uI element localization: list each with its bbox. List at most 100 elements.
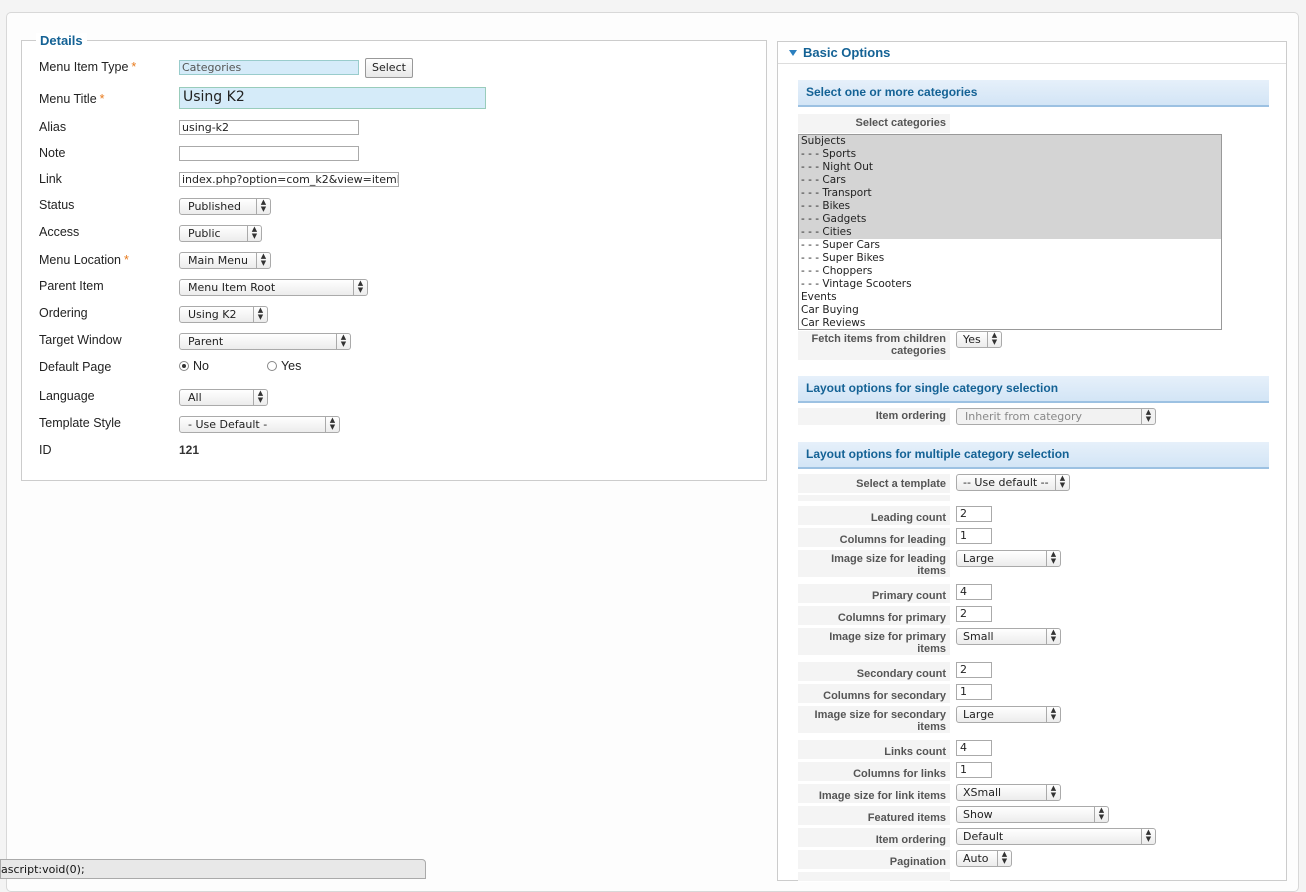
category-option[interactable]: Subjects <box>799 135 1221 148</box>
secondary-count-label: Secondary count <box>798 662 950 682</box>
row-columns-secondary: Columns for secondary 1 <box>798 684 1269 704</box>
category-option[interactable]: - - - Sports <box>799 148 1221 161</box>
row-columns-links: Columns for links 1 <box>798 762 1269 782</box>
columns-leading-input[interactable]: 1 <box>956 528 992 544</box>
template-style-select[interactable]: - Use Default - ▲ ▼ <box>179 416 340 433</box>
menu-title-label: Menu Title * <box>39 92 105 106</box>
featured-items-select[interactable]: Show ▲ ▼ <box>956 806 1109 823</box>
row-alias: Alias using-k2 <box>39 119 759 143</box>
row-pagination: Pagination Auto ▲ ▼ <box>798 850 1269 870</box>
template-style-label: Template Style <box>39 416 121 430</box>
columns-links-input[interactable]: 1 <box>956 762 992 778</box>
category-option[interactable]: Events <box>799 291 1221 304</box>
link-label: Link <box>39 172 62 186</box>
row-select-categories: Select categories <box>798 114 1269 134</box>
alias-label: Alias <box>39 120 67 134</box>
category-option[interactable]: - - - Cities <box>799 226 1221 239</box>
default-page-yes-label: Yes <box>280 359 302 373</box>
id-label: ID <box>39 443 52 457</box>
primary-count-input[interactable]: 4 <box>956 584 992 600</box>
secondary-count-input[interactable]: 2 <box>956 662 992 678</box>
access-select[interactable]: Public ▲ ▼ <box>179 225 262 242</box>
updown-arrow-icon: ▲ ▼ <box>1046 707 1060 722</box>
row-featured-items: Featured items Show ▲ ▼ <box>798 806 1269 826</box>
item-ordering-select[interactable]: Default ▲ ▼ <box>956 828 1156 845</box>
links-count-input[interactable]: 4 <box>956 740 992 756</box>
columns-secondary-label: Columns for secondary <box>798 684 950 704</box>
updown-arrow-icon: ▲ ▼ <box>1046 551 1060 566</box>
language-label: Language <box>39 389 95 403</box>
row-image-primary: Image size for primary items Small ▲ ▼ <box>798 628 1269 656</box>
updown-arrow-icon: ▲ ▼ <box>253 390 267 405</box>
basic-options-title: Basic Options <box>803 45 891 60</box>
row-image-leading: Image size for leading items Large ▲ ▼ <box>798 550 1269 578</box>
columns-secondary-input[interactable]: 1 <box>956 684 992 700</box>
categories-listbox[interactable]: Subjects - - - Sports - - - Night Out - - -… <box>798 134 1222 330</box>
parent-item-label: Parent Item <box>39 279 104 293</box>
language-select[interactable]: All ▲ ▼ <box>179 389 268 406</box>
row-template-style: Template Style - Use Default - ▲ ▼ <box>39 415 759 439</box>
fetch-children-select[interactable]: Yes ▲ ▼ <box>956 331 1002 348</box>
select-menu-type-button[interactable]: Select <box>365 58 413 78</box>
category-option[interactable]: - - - Night Out <box>799 161 1221 174</box>
spacer-row <box>798 872 1269 882</box>
link-input[interactable]: index.php?option=com_k2&view=itemlist&la <box>179 172 399 187</box>
category-option[interactable]: - - - Bikes <box>799 200 1221 213</box>
menu-location-select[interactable]: Main Menu ▲ ▼ <box>179 252 271 269</box>
item-ordering-label: Item ordering <box>798 828 950 848</box>
default-page-yes-radio[interactable] <box>266 361 277 371</box>
ordering-select[interactable]: Using K2 ▲ ▼ <box>179 306 268 323</box>
row-secondary-count: Secondary count 2 <box>798 662 1269 682</box>
leading-count-input[interactable]: 2 <box>956 506 992 522</box>
alias-input[interactable]: using-k2 <box>179 120 359 135</box>
category-option[interactable]: - - - Gadgets <box>799 213 1221 226</box>
row-default-page: Default Page No Yes <box>39 359 759 383</box>
category-option[interactable]: Car Buying <box>799 304 1221 317</box>
image-secondary-label: Image size for secondary items <box>798 706 950 734</box>
category-option[interactable]: Car Reviews <box>799 317 1221 329</box>
pagination-select[interactable]: Auto ▲ ▼ <box>956 850 1012 867</box>
browser-status-bar: ascript:void(0); <box>0 859 426 879</box>
row-menu-location: Menu Location * Main Menu ▲ ▼ <box>39 252 759 276</box>
basic-options-panel: Basic Options Select one or more categor… <box>777 41 1287 882</box>
single-item-ordering-select[interactable]: Inherit from category ▲ ▼ <box>956 408 1156 425</box>
columns-primary-input[interactable]: 2 <box>956 606 992 622</box>
links-count-label: Links count <box>798 740 950 760</box>
category-option[interactable]: - - - Transport <box>799 187 1221 200</box>
updown-arrow-icon: ▲ ▼ <box>1094 807 1108 822</box>
menu-title-input[interactable]: Using K2 <box>179 87 486 109</box>
row-image-secondary: Image size for secondary items Large ▲ ▼ <box>798 706 1269 734</box>
image-links-select[interactable]: XSmall ▲ ▼ <box>956 784 1061 801</box>
row-select-template: Select a template -- Use default -- ▲ ▼ <box>798 474 1269 494</box>
basic-options-header[interactable]: Basic Options <box>778 42 1286 64</box>
status-select[interactable]: Published ▲ ▼ <box>179 198 271 215</box>
image-leading-select[interactable]: Large ▲ ▼ <box>956 550 1061 567</box>
category-option[interactable]: - - - Super Cars <box>799 239 1221 252</box>
access-label: Access <box>39 225 80 239</box>
row-id: ID 121 <box>39 442 759 466</box>
row-columns-primary: Columns for primary 2 <box>798 606 1269 626</box>
columns-leading-label: Columns for leading <box>798 528 950 548</box>
status-label: Status <box>39 198 75 212</box>
note-input[interactable] <box>179 146 359 161</box>
category-option[interactable]: - - - Vintage Scooters <box>799 278 1221 291</box>
row-fetch-children: Fetch items from children categories Yes ▲… <box>798 331 1269 361</box>
collapse-triangle-icon <box>789 50 797 56</box>
default-page-no-radio[interactable] <box>179 361 189 371</box>
menu-item-type-field[interactable]: Categories <box>179 60 359 75</box>
row-primary-count: Primary count 4 <box>798 584 1269 604</box>
category-option[interactable]: - - - Cars <box>799 174 1221 187</box>
menu-location-label: Menu Location * <box>39 253 129 267</box>
columns-primary-label: Columns for primary <box>798 606 950 626</box>
category-option[interactable]: - - - Super Bikes <box>799 252 1221 265</box>
primary-count-label: Primary count <box>798 584 950 604</box>
category-option[interactable]: - - - Choppers <box>799 265 1221 278</box>
image-secondary-select[interactable]: Large ▲ ▼ <box>956 706 1061 723</box>
target-window-select[interactable]: Parent ▲ ▼ <box>179 333 351 350</box>
row-language: Language All ▲ ▼ <box>39 388 759 412</box>
parent-item-select[interactable]: Menu Item Root ▲ ▼ <box>179 279 368 296</box>
image-primary-select[interactable]: Small ▲ ▼ <box>956 628 1061 645</box>
section-select-categories: Select one or more categories <box>798 80 1269 107</box>
image-leading-label: Image size for leading items <box>798 550 950 578</box>
select-template-select[interactable]: -- Use default -- ▲ ▼ <box>956 474 1070 491</box>
